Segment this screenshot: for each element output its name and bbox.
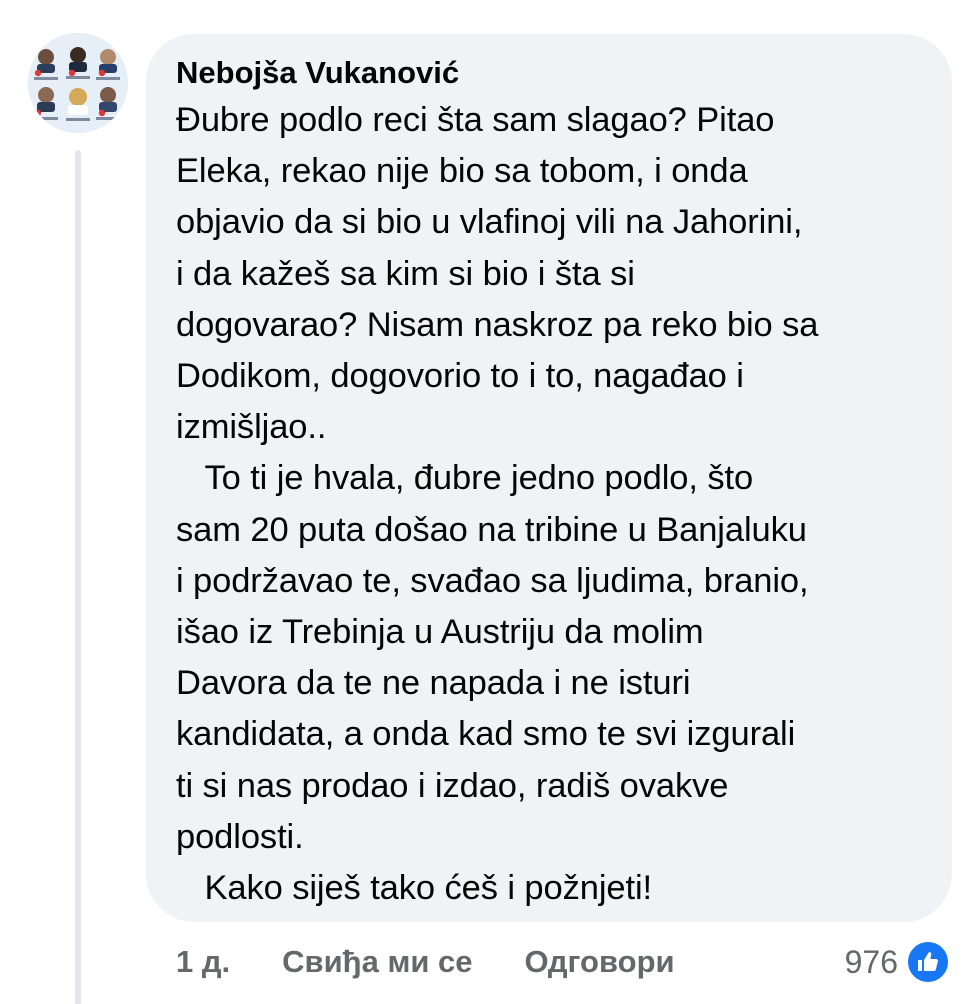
comment-actions-bar: 1 д. Свиђа ми се Одговори	[176, 938, 675, 986]
comment-screen: Nebojša Vukanović Đubre podlo reci šta s…	[0, 0, 980, 1004]
reply-button[interactable]: Одговори	[525, 944, 675, 980]
like-button[interactable]: Свиђа ми се	[282, 944, 472, 980]
reactions-summary[interactable]: 976	[845, 938, 950, 986]
reaction-count: 976	[844, 943, 898, 980]
reply-thread-line	[75, 150, 81, 1004]
like-thumb-icon	[906, 940, 950, 984]
comment-bubble: Nebojša Vukanović Đubre podlo reci šta s…	[146, 34, 952, 922]
comment-timestamp[interactable]: 1 д.	[176, 944, 230, 980]
comment-author-name[interactable]: Nebojša Vukanović	[176, 51, 922, 95]
avatar-collage-icon	[28, 33, 128, 133]
author-avatar[interactable]	[28, 33, 128, 133]
comment-body-text: Đubre podlo reci šta sam slagao? Pitao E…	[176, 101, 819, 908]
